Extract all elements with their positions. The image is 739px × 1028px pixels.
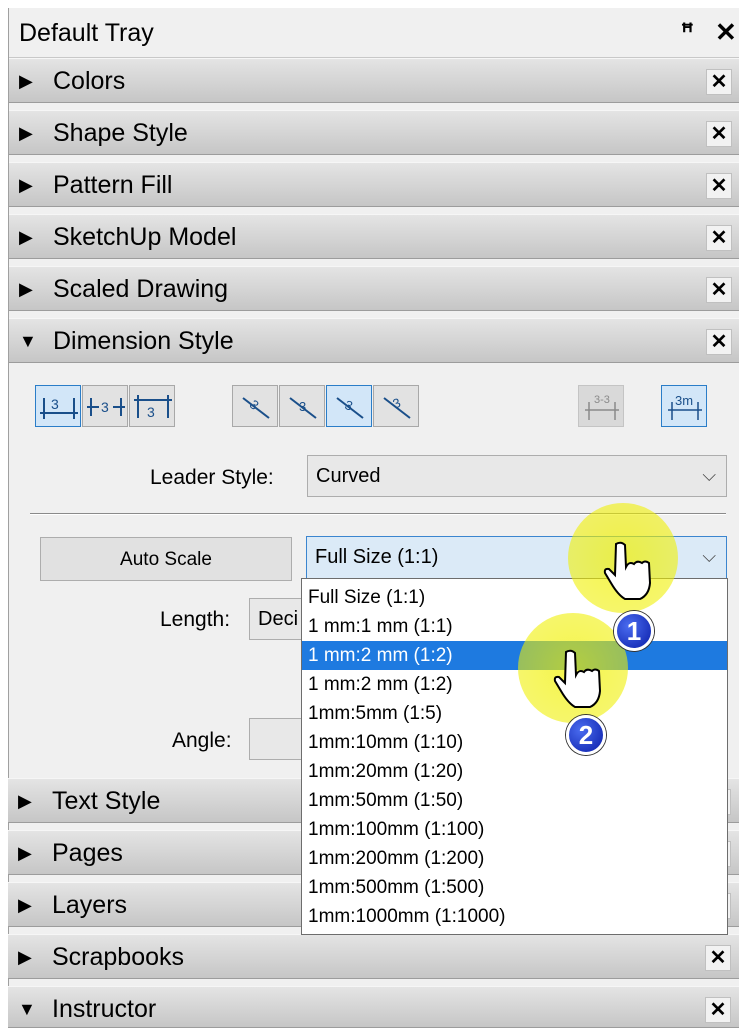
panel-label: Instructor <box>52 995 157 1023</box>
align-aligned-icon[interactable]: 3 <box>279 385 325 427</box>
collapsed-triangle-icon: ▶ <box>18 895 32 915</box>
svg-text:3-3: 3-3 <box>594 394 610 406</box>
panel-header-dimension-style[interactable]: ▼ Dimension Style ✕ <box>9 318 739 363</box>
panel-header-colors[interactable]: ▶ Colors ✕ <box>9 58 739 103</box>
collapsed-triangle-icon: ▶ <box>19 227 33 247</box>
align-horizontal-icon[interactable]: 3 <box>326 385 372 427</box>
scale-option[interactable]: 1mm:10mm (1:10) <box>302 728 727 757</box>
svg-text:3: 3 <box>51 396 59 412</box>
collapsed-triangle-icon: ▶ <box>19 175 33 195</box>
collapsed-triangle-icon: ▶ <box>18 791 32 811</box>
expanded-triangle-icon: ▼ <box>18 999 36 1019</box>
close-icon[interactable]: ✕ <box>715 17 737 48</box>
leader-style-value: Curved <box>316 465 381 487</box>
close-icon[interactable]: ✕ <box>705 945 731 971</box>
scale-option[interactable]: 1mm:500mm (1:500) <box>302 873 727 902</box>
hand-cursor-icon <box>603 541 652 600</box>
in-line-icon[interactable]: 3 <box>82 385 128 427</box>
svg-text:3: 3 <box>299 399 306 414</box>
expanded-triangle-icon: ▼ <box>19 331 37 351</box>
panel-label: Text Style <box>52 787 161 815</box>
length-select[interactable]: Deci <box>249 598 309 640</box>
panel-label: Pattern Fill <box>53 171 173 199</box>
panel-header-instructor[interactable]: ▼ Instructor ✕ <box>8 986 739 1028</box>
close-icon[interactable]: ✕ <box>706 173 732 199</box>
close-icon[interactable]: ✕ <box>706 69 732 95</box>
panel-header-scrapbooks[interactable]: ▶ Scrapbooks ✕ <box>8 934 739 979</box>
svg-text:3: 3 <box>147 404 155 420</box>
scale-option-highlighted[interactable]: 1 mm:2 mm (1:2) <box>302 641 727 670</box>
leader-style-label: Leader Style: <box>150 466 274 489</box>
panel-label: Layers <box>52 891 128 919</box>
tray-title: Default Tray <box>19 19 154 47</box>
scale-option[interactable]: 1mm:20mm (1:20) <box>302 757 727 786</box>
panel-label: Dimension Style <box>53 327 234 355</box>
panel-label: Pages <box>52 839 123 867</box>
svg-text:3: 3 <box>101 399 109 415</box>
panel-label: SketchUp Model <box>53 223 237 251</box>
pin-icon[interactable]: ꟸ <box>681 19 694 45</box>
collapsed-triangle-icon: ▶ <box>19 279 33 299</box>
svg-text:3m: 3m <box>675 393 693 408</box>
panel-header-pattern-fill[interactable]: ▶ Pattern Fill ✕ <box>9 162 739 207</box>
close-icon[interactable]: ✕ <box>706 225 732 251</box>
scale-option[interactable]: 1mm:5mm (1:5) <box>302 699 727 728</box>
panel-label: Scaled Drawing <box>53 275 229 303</box>
length-label: Length: <box>160 608 231 631</box>
close-icon[interactable]: ✕ <box>706 121 732 147</box>
scale-option[interactable]: 1 mm:1 mm (1:1) <box>302 612 727 641</box>
scale-option[interactable]: 1mm:1000mm (1:1000) <box>302 902 727 931</box>
scale-option[interactable]: 1mm:100mm (1:100) <box>302 815 727 844</box>
collapsed-triangle-icon: ▶ <box>18 947 32 967</box>
auto-scale-label: Auto Scale <box>120 549 212 570</box>
angle-label: Angle: <box>172 729 232 752</box>
panel-label: Scrapbooks <box>52 943 185 971</box>
length-value: Deci <box>258 608 299 630</box>
panel-header-scaled-drawing[interactable]: ▶ Scaled Drawing ✕ <box>9 266 739 311</box>
panel-label: Shape Style <box>53 119 188 147</box>
auto-scale-button[interactable]: Auto Scale <box>40 537 292 581</box>
collapsed-triangle-icon: ▶ <box>18 843 32 863</box>
close-icon[interactable]: ✕ <box>705 997 731 1023</box>
scale-option[interactable]: 1mm:50mm (1:50) <box>302 786 727 815</box>
angle-select[interactable] <box>249 718 309 760</box>
panel-label: Colors <box>53 67 126 95</box>
hand-cursor-icon <box>553 649 602 708</box>
step-badge: 2 <box>566 715 606 755</box>
chevron-down-icon: ⌵ <box>702 465 716 485</box>
scale-option[interactable]: 1mm:200mm (1:200) <box>302 844 727 873</box>
scale-dropdown-list: Full Size (1:1) 1 mm:1 mm (1:1) 1 mm:2 m… <box>301 578 728 935</box>
step-badge: 1 <box>614 611 654 651</box>
chevron-down-icon: ⌵ <box>702 546 716 566</box>
align-vertical-icon[interactable]: 3 <box>373 385 419 427</box>
close-icon[interactable]: ✕ <box>706 277 732 303</box>
close-icon[interactable]: ✕ <box>706 329 732 355</box>
tray-title-bar: Default Tray ꟸ ✕ <box>9 8 739 58</box>
align-perpendicular-icon[interactable]: 3 <box>232 385 278 427</box>
hide-dimension-line-icon[interactable]: 3-3 <box>578 385 624 427</box>
leader-style-select[interactable]: Curved ⌵ <box>307 455 727 497</box>
below-line-icon[interactable]: 3 <box>129 385 175 427</box>
above-line-icon[interactable]: 3 <box>35 385 81 427</box>
svg-text:3: 3 <box>391 395 403 412</box>
collapsed-triangle-icon: ▶ <box>19 123 33 143</box>
panel-header-sketchup-model[interactable]: ▶ SketchUp Model ✕ <box>9 214 739 259</box>
panel-header-shape-style[interactable]: ▶ Shape Style ✕ <box>9 110 739 155</box>
show-units-icon[interactable]: 3m <box>661 385 707 427</box>
scale-value: Full Size (1:1) <box>315 546 439 568</box>
scale-option[interactable]: 1 mm:2 mm (1:2) <box>302 670 727 699</box>
collapsed-triangle-icon: ▶ <box>19 71 33 91</box>
